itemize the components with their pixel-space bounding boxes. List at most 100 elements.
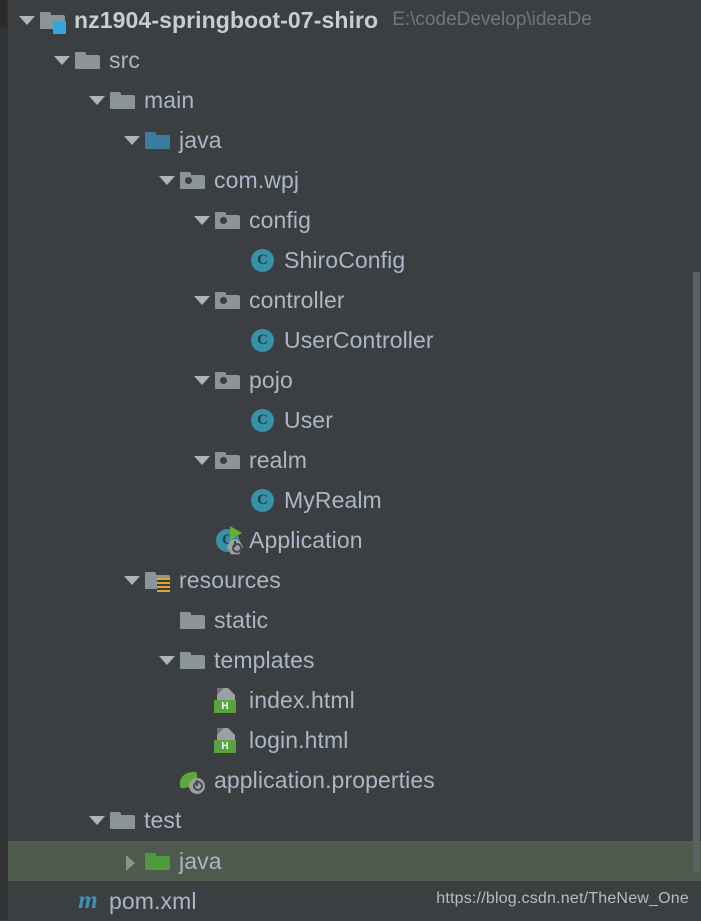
- tree-row-label: pojo: [249, 366, 293, 393]
- tree-row-label: UserController: [284, 326, 434, 353]
- folder-gray-icon: [178, 605, 208, 635]
- tree-row-label: main: [144, 86, 195, 113]
- vertical-scrollbar-thumb[interactable]: [693, 272, 700, 872]
- package-icon: [213, 205, 243, 235]
- tree-row-label: realm: [249, 446, 308, 473]
- toggle-placeholder: [191, 520, 213, 560]
- tree-row[interactable]: C UserController: [8, 320, 701, 360]
- module-badge: [53, 21, 66, 34]
- java-class-icon: C: [248, 325, 278, 355]
- tree-row-label: config: [249, 206, 311, 233]
- chevron-down-icon[interactable]: [191, 360, 213, 400]
- toggle-placeholder: [191, 680, 213, 720]
- java-class-icon: C: [248, 245, 278, 275]
- chevron-down-icon[interactable]: [191, 200, 213, 240]
- folder-gray-icon: [108, 85, 138, 115]
- tree-row[interactable]: config: [8, 200, 701, 240]
- folder-gray-icon: [73, 45, 103, 75]
- tree-row[interactable]: C MyRealm: [8, 480, 701, 520]
- tree-row-label: login.html: [249, 726, 349, 753]
- resources-badge: [157, 578, 170, 592]
- package-icon: [213, 445, 243, 475]
- tree-row-label: templates: [214, 646, 315, 673]
- tree-row[interactable]: com.wpj: [8, 160, 701, 200]
- tree-row[interactable]: Hlogin.html: [8, 720, 701, 760]
- package-icon: [178, 165, 208, 195]
- tree-row[interactable]: java: [8, 120, 701, 160]
- package-dot: [220, 377, 227, 384]
- project-tool-window: nz1904-springboot-07-shiro E:\codeDevelop…: [0, 0, 701, 920]
- folder-source-root-icon: [143, 125, 173, 155]
- chevron-down-icon[interactable]: [191, 280, 213, 320]
- tree-row[interactable]: templates: [8, 640, 701, 680]
- chevron-down-icon[interactable]: [16, 0, 38, 40]
- chevron-down-icon[interactable]: [121, 560, 143, 600]
- tree-row-label: nz1904-springboot-07-shiro: [74, 6, 379, 33]
- tree-row-label: controller: [249, 286, 345, 313]
- folder-gray-icon: [178, 645, 208, 675]
- class-circle: C: [251, 409, 274, 432]
- left-gutter: [0, 0, 7, 920]
- chevron-down-icon[interactable]: [86, 800, 108, 840]
- tree-row-label: src: [109, 46, 140, 73]
- html-file-icon: H: [213, 685, 243, 715]
- class-circle: C: [251, 249, 274, 272]
- tree-row[interactable]: realm: [8, 440, 701, 480]
- package-icon: [213, 285, 243, 315]
- tree-row[interactable]: controller: [8, 280, 701, 320]
- tree-row[interactable]: main: [8, 80, 701, 120]
- tree-row-label: User: [284, 406, 333, 433]
- tree-row-label: MyRealm: [284, 486, 382, 513]
- html-file-icon: H: [213, 725, 243, 755]
- tree-row[interactable]: nz1904-springboot-07-shiro E:\codeDevelop…: [8, 0, 701, 40]
- tree-row[interactable]: src: [8, 40, 701, 80]
- java-class-icon: C: [248, 405, 278, 435]
- chevron-down-icon[interactable]: [191, 440, 213, 480]
- maven-icon: m: [73, 886, 103, 916]
- chevron-down-icon[interactable]: [121, 120, 143, 160]
- tree-row-label: com.wpj: [214, 166, 300, 193]
- folder-test-source-icon: [143, 846, 173, 876]
- tree-row[interactable]: resources: [8, 560, 701, 600]
- tree-row[interactable]: test: [8, 800, 701, 840]
- module-folder-icon: [38, 5, 68, 35]
- tree-row[interactable]: C Application: [8, 520, 701, 560]
- package-dot: [220, 297, 227, 304]
- vertical-scrollbar[interactable]: [692, 0, 701, 920]
- tree-row-label: java: [179, 126, 222, 153]
- java-class-icon: C: [248, 485, 278, 515]
- tree-row[interactable]: C User: [8, 400, 701, 440]
- tree-row-label: Application: [249, 526, 363, 553]
- tree-row-label: resources: [179, 566, 281, 593]
- tree-row[interactable]: C ShiroConfig: [8, 240, 701, 280]
- chevron-down-icon[interactable]: [86, 80, 108, 120]
- folder-gray-icon: [108, 805, 138, 835]
- spring-properties-icon: [177, 765, 208, 795]
- toggle-placeholder: [226, 320, 248, 360]
- project-path-text: E:\codeDevelop\ideaDe: [392, 9, 592, 30]
- toggle-placeholder: [226, 240, 248, 280]
- tree-row-label: pom.xml: [109, 887, 197, 914]
- tree-row[interactable]: static: [8, 600, 701, 640]
- tree-row-label: test: [144, 806, 182, 833]
- chevron-down-icon[interactable]: [51, 40, 73, 80]
- resources-folder-icon: [143, 565, 173, 595]
- maven-m-glyph: m: [78, 887, 98, 914]
- left-gutter-header: [0, 0, 7, 28]
- tree-row[interactable]: pojo: [8, 360, 701, 400]
- tree-row[interactable]: application.properties: [8, 760, 701, 800]
- tree-row[interactable]: Hindex.html: [8, 680, 701, 720]
- chevron-down-icon[interactable]: [156, 160, 178, 200]
- run-arrow-icon: [230, 526, 242, 540]
- settings-badge: [189, 778, 205, 794]
- chevron-down-icon[interactable]: [156, 640, 178, 680]
- package-icon: [213, 365, 243, 395]
- toggle-placeholder: [226, 400, 248, 440]
- class-circle: C: [251, 489, 274, 512]
- toggle-placeholder: [51, 881, 73, 921]
- chevron-right-icon[interactable]: [121, 841, 143, 881]
- project-tree[interactable]: nz1904-springboot-07-shiro E:\codeDevelop…: [8, 0, 701, 920]
- package-dot: [220, 457, 227, 464]
- tree-row-label: index.html: [249, 686, 355, 713]
- tree-row[interactable]: java: [8, 841, 701, 881]
